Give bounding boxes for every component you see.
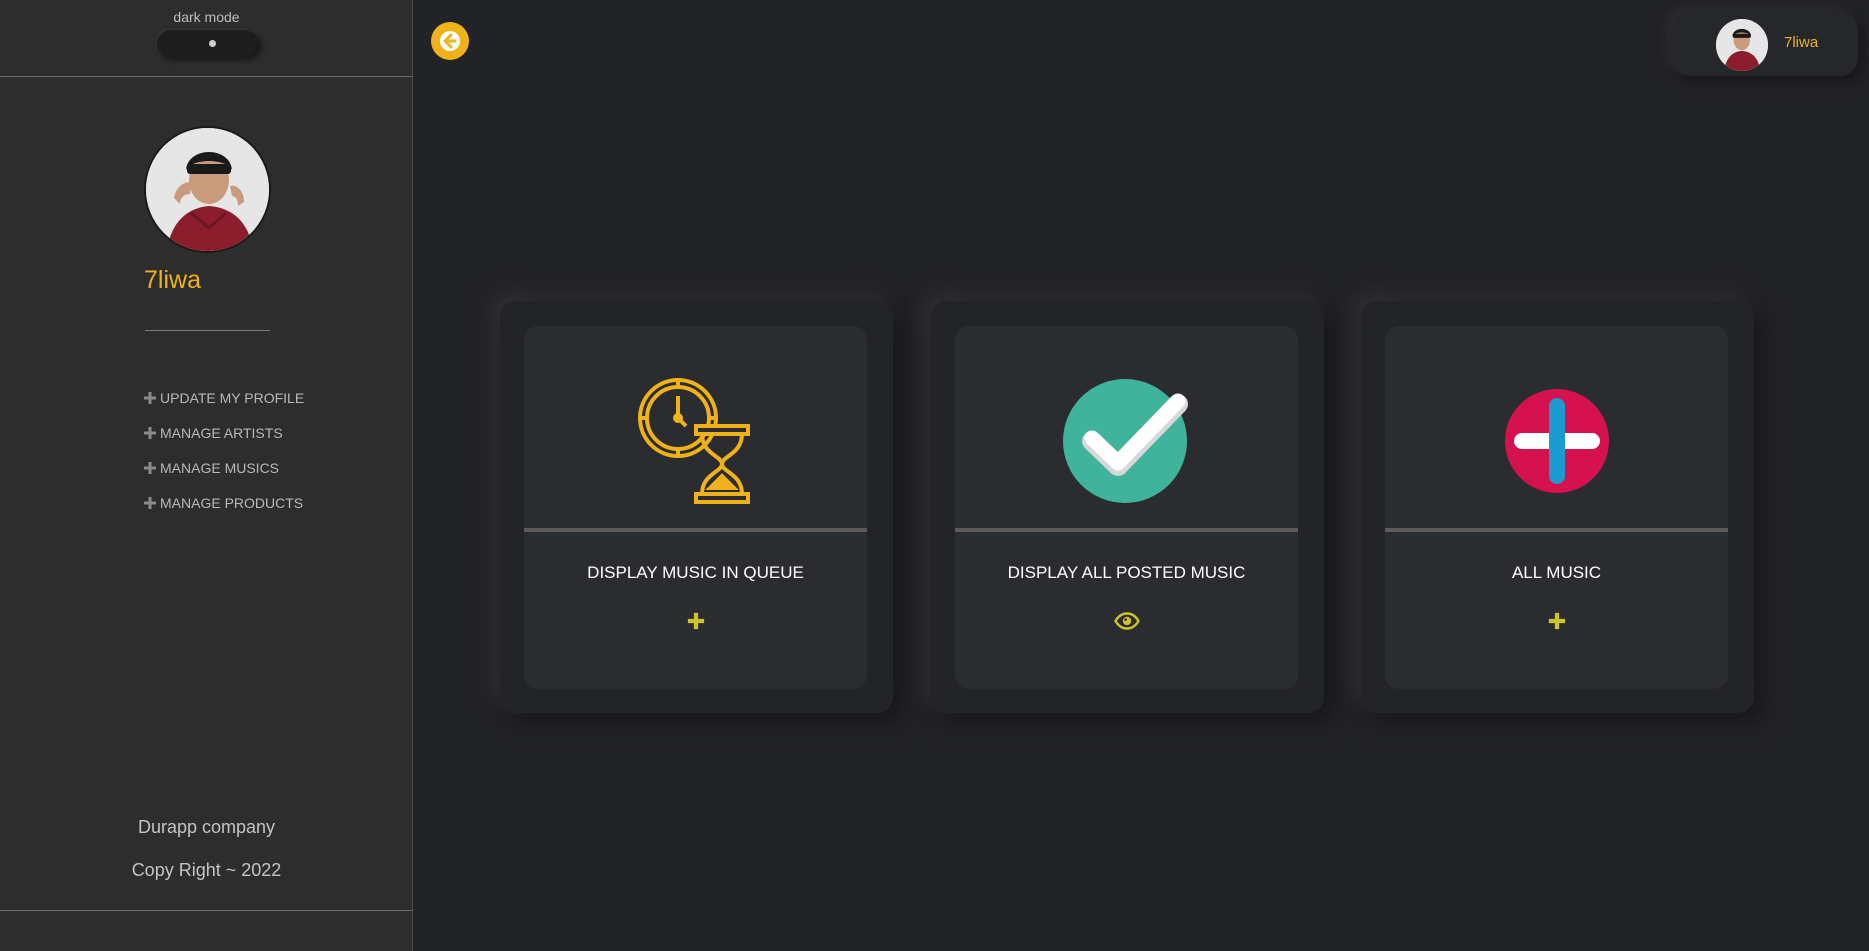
sidebar: dark mode 7liwa UPDATE MY PROFILE MANAGE… [0, 0, 413, 951]
footer-company: Durapp company [137, 817, 276, 837]
footer-copyright: Copy Right ~ 2022 [131, 860, 282, 880]
back-button[interactable] [431, 22, 469, 60]
plus-icon [144, 426, 156, 439]
card-title: ALL MUSIC [1511, 563, 1602, 582]
sidebar-menu: UPDATE MY PROFILE MANAGE ARTISTS MANAGE … [142, 380, 304, 520]
dark-mode-section: dark mode [0, 0, 413, 77]
checkmark-icon [955, 376, 1298, 506]
card-posted-music[interactable]: DISPLAY ALL POSTED MUSIC [931, 301, 1324, 713]
card-title: DISPLAY ALL POSTED MUSIC [1007, 563, 1246, 582]
card-title: DISPLAY MUSIC IN QUEUE [587, 563, 804, 582]
clock-hourglass-icon [524, 376, 867, 506]
card-inner: DISPLAY MUSIC IN QUEUE [524, 326, 867, 689]
eye-icon [1114, 612, 1140, 630]
profile-divider [145, 330, 270, 331]
sidebar-item-manage-artists[interactable]: MANAGE ARTISTS [142, 415, 304, 450]
card-music-queue[interactable]: DISPLAY MUSIC IN QUEUE [500, 301, 893, 713]
dark-mode-toggle[interactable] [157, 30, 258, 57]
card-inner: ALL MUSIC [1385, 326, 1728, 689]
user-menu[interactable]: 7liwa [1671, 13, 1858, 76]
card-add-button[interactable] [1542, 606, 1572, 636]
sidebar-item-label: MANAGE MUSICS [160, 459, 280, 476]
toggle-knob [209, 40, 216, 47]
sidebar-item-manage-musics[interactable]: MANAGE MUSICS [142, 450, 304, 485]
sidebar-item-update-profile[interactable]: UPDATE MY PROFILE [142, 380, 304, 415]
card-inner: DISPLAY ALL POSTED MUSIC [955, 326, 1298, 689]
profile-avatar [144, 126, 271, 253]
plus-icon [144, 461, 156, 474]
sidebar-item-manage-products[interactable]: MANAGE PRODUCTS [142, 485, 304, 520]
card-add-button[interactable] [681, 606, 711, 636]
sidebar-item-label: MANAGE ARTISTS [160, 424, 283, 441]
add-circle-icon [1385, 376, 1728, 506]
profile-name: 7liwa [144, 266, 201, 294]
sidebar-item-label: MANAGE PRODUCTS [160, 494, 304, 511]
card-divider [955, 528, 1298, 532]
arrow-left-icon [440, 31, 460, 51]
plus-icon [1548, 612, 1566, 630]
plus-icon [687, 612, 705, 630]
card-view-button[interactable] [1112, 606, 1142, 636]
footer-divider [0, 910, 413, 911]
card-divider [1385, 528, 1728, 532]
plus-icon [144, 391, 156, 404]
card-divider [524, 528, 867, 532]
card-all-music[interactable]: ALL MUSIC [1361, 301, 1754, 713]
plus-icon [144, 496, 156, 509]
dark-mode-label: dark mode [173, 9, 240, 25]
avatar [1716, 19, 1768, 71]
sidebar-item-label: UPDATE MY PROFILE [160, 389, 305, 406]
user-name: 7liwa [1784, 34, 1819, 51]
